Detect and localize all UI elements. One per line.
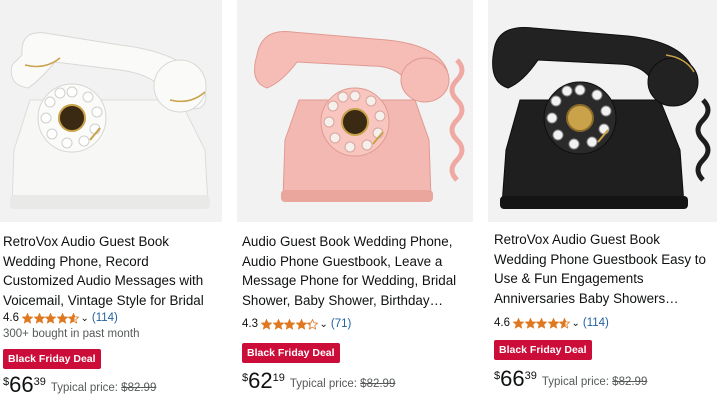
rating-row[interactable]: 4.6 ⌄ (114) [3,310,118,326]
typical-price: Typical price: $82.99 [290,378,396,390]
star-icon [559,317,570,329]
telephone-image [488,0,717,222]
chevron-down-icon[interactable]: ⌄ [572,318,580,329]
star-icon [22,312,33,324]
product-card[interactable]: RetroVox Audio Guest Book Wedding Phone,… [0,0,222,400]
star-icon [513,317,524,329]
telephone-image [237,0,473,222]
star-icon [261,318,272,330]
review-count-link[interactable]: (71) [331,318,351,330]
price[interactable]: $ 66 39 Typical price: $82.99 [494,367,647,391]
price-fraction: 39 [524,370,537,382]
star-rating-icon[interactable] [22,312,80,324]
product-card[interactable]: Audio Guest Book Wedding Phone, Audio Ph… [237,0,473,400]
rating-value: 4.6 [494,317,510,329]
star-icon [272,318,284,330]
deal-badge: Black Friday Deal [494,340,592,360]
chevron-down-icon[interactable]: ⌄ [320,319,328,330]
deal-badge: Black Friday Deal [242,343,340,363]
typical-price: Typical price: $82.99 [542,376,648,388]
typical-price-value: $82.99 [360,378,396,390]
star-icon [536,317,547,329]
price-whole: 62 [248,368,273,393]
star-icon [45,312,56,324]
star-icon [56,312,68,324]
bought-in-past-month: 300+ bought in past month [3,328,140,340]
typical-price-value: $82.99 [612,376,648,388]
price[interactable]: $ 62 19 Typical price: $82.99 [242,369,395,393]
review-count-link[interactable]: (114) [583,317,609,329]
star-rating-icon[interactable] [513,317,571,329]
typical-price-label: Typical price: [541,376,609,388]
rating-row[interactable]: 4.3 ⌄ (71) [242,316,351,332]
price-fraction: 19 [272,372,285,384]
rating-value: 4.3 [242,318,258,330]
star-icon [547,317,559,329]
typical-price: Typical price: $82.99 [51,382,157,394]
review-count-link[interactable]: (114) [92,312,118,324]
rating-value: 4.6 [3,312,19,324]
price-whole: 66 [9,372,34,397]
deal-badge: Black Friday Deal [3,349,101,369]
product-image[interactable] [237,0,473,222]
product-title-link[interactable]: RetroVox Audio Guest Book Wedding Phone … [494,230,715,308]
typical-price-label: Typical price: [289,378,357,390]
price-fraction: 39 [33,376,46,388]
star-icon [33,312,45,324]
typical-price-value: $82.99 [121,382,157,394]
star-icon [284,318,295,330]
typical-price-label: Typical price: [50,382,118,394]
product-card[interactable]: RetroVox Audio Guest Book Wedding Phone … [488,0,717,400]
product-image[interactable] [488,0,717,222]
rating-row[interactable]: 4.6 ⌄ (114) [494,315,609,331]
product-title-link[interactable]: Audio Guest Book Wedding Phone, Audio Ph… [242,232,471,310]
star-icon [295,318,307,330]
star-rating-icon[interactable] [261,318,319,330]
star-icon [307,318,318,330]
price-whole: 66 [500,366,525,391]
star-icon [524,317,536,329]
chevron-down-icon[interactable]: ⌄ [81,313,89,324]
star-icon [68,312,79,324]
product-title-link[interactable]: RetroVox Audio Guest Book Wedding Phone,… [3,232,220,310]
telephone-image [0,0,222,222]
price[interactable]: $ 66 39 Typical price: $82.99 [3,373,156,397]
product-image[interactable] [0,0,222,222]
